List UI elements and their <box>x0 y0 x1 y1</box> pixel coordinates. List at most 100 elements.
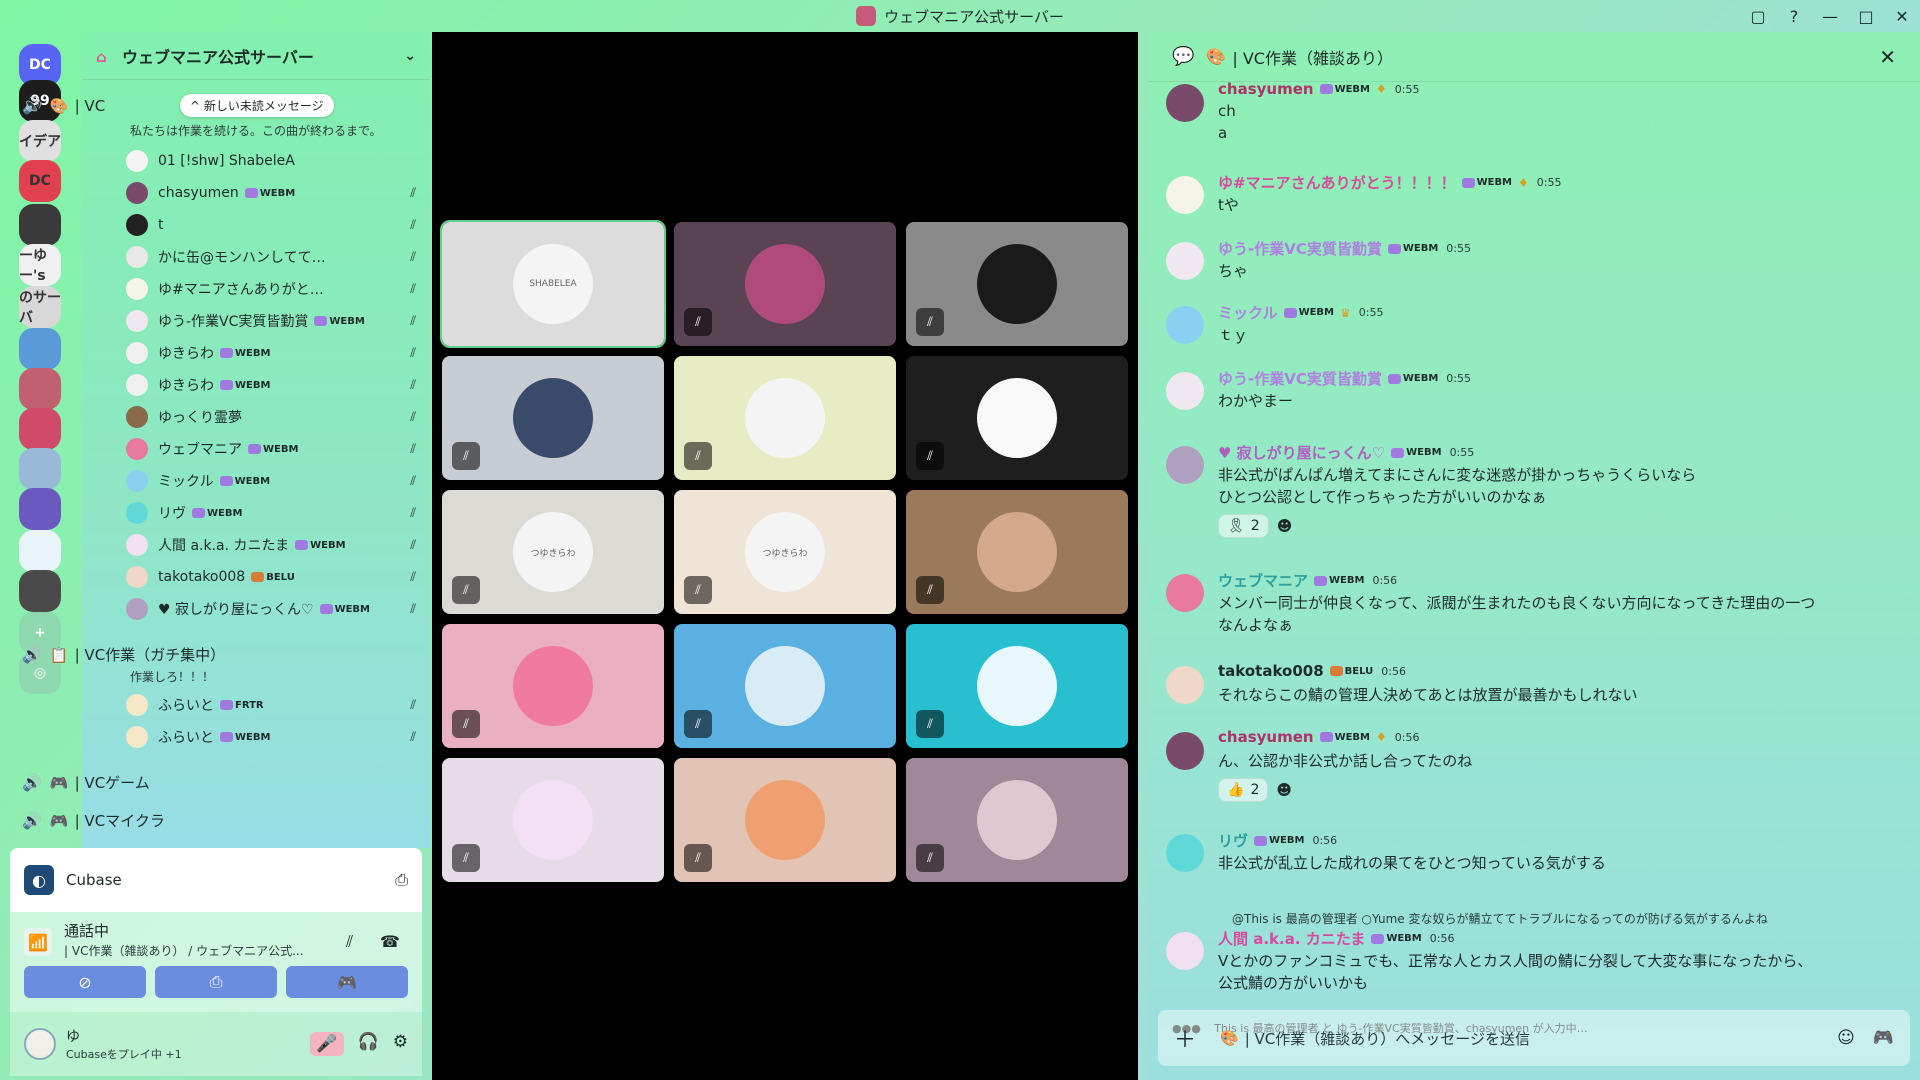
server-icon-7[interactable] <box>19 328 61 370</box>
voice-member[interactable]: ウェブマニア WEBM ⫽ <box>126 436 416 462</box>
gear-icon[interactable]: ⚙ <box>393 1032 408 1056</box>
author-name[interactable]: chasyumen <box>1218 728 1314 746</box>
maximize-button[interactable]: □ <box>1848 7 1884 26</box>
voice-member[interactable]: ミックル WEBM ⫽ <box>126 468 416 494</box>
server-icon-3[interactable]: DC <box>19 160 61 202</box>
server-icon-10[interactable] <box>19 448 61 490</box>
author-name[interactable]: リヴ <box>1218 830 1248 851</box>
avatar[interactable] <box>1166 732 1204 770</box>
author-name[interactable]: ゆう-作業VC実質皆勤賞 <box>1218 368 1382 389</box>
voice-member[interactable]: ♥ 寂しがり屋にっくん♡ WEBM ⫽ <box>126 596 416 622</box>
help-icon[interactable]: ? <box>1776 7 1812 26</box>
video-tile[interactable]: ⫽ <box>906 624 1128 748</box>
video-tile[interactable]: ⫽ <box>674 758 896 882</box>
server-icon-12[interactable] <box>19 530 61 572</box>
video-tile[interactable]: ⫽ <box>906 758 1128 882</box>
emoji-icon[interactable]: ☺ <box>1837 1028 1855 1048</box>
server-icon-13[interactable] <box>19 570 61 612</box>
author-name[interactable]: chasyumen <box>1218 80 1314 98</box>
author-name[interactable]: takotako008 <box>1218 662 1324 680</box>
noise-suppression-icon[interactable]: ⫽ <box>346 932 353 952</box>
headphones-icon[interactable]: 🎧 <box>358 1032 379 1056</box>
video-tile[interactable]: ⫽ <box>906 356 1128 480</box>
voice-member[interactable]: ゆきらわ WEBM ⫽ <box>126 372 416 398</box>
avatar[interactable] <box>1166 84 1204 122</box>
camera-off-button[interactable]: ⊘ <box>24 966 146 998</box>
server-icon-6[interactable]: のサーバ <box>19 286 61 328</box>
video-tile[interactable]: ⫽ <box>674 624 896 748</box>
server-icon-11[interactable] <box>19 488 61 530</box>
voice-member[interactable]: ゆう-作業VC実質皆勤賞 WEBM ⫽ <box>126 308 416 334</box>
author-name[interactable]: ウェブマニア <box>1218 570 1308 591</box>
server-icon-2[interactable]: イデア <box>19 120 61 162</box>
author-name[interactable]: ♥ 寂しがり屋にっくん♡ <box>1218 442 1385 463</box>
chevron-down-icon[interactable]: ⌄ <box>404 48 416 64</box>
inbox-icon[interactable]: ▢ <box>1740 7 1776 26</box>
avatar[interactable] <box>1166 574 1204 612</box>
voice-member[interactable]: 01 [!shw] ShabeleA <box>126 148 416 174</box>
voice-member[interactable]: 人間 a.k.a. カニたま WEBM ⫽ <box>126 532 416 558</box>
author-name[interactable]: ゆ#マニアさんありがとう！！！！ <box>1218 172 1456 193</box>
add-reaction-icon[interactable]: ☻ <box>1277 517 1293 535</box>
avatar[interactable] <box>1166 306 1204 344</box>
voice-channel-focus[interactable]: 🔊 📋 | VC作業（ガチ集中） <box>8 644 340 665</box>
video-tile[interactable]: つゆきらわ ⫽ <box>674 490 896 614</box>
author-name[interactable]: ミックル <box>1218 302 1278 323</box>
voice-member[interactable]: ゆ#マニアさんありがとう！！！！ ⫽ <box>126 276 416 302</box>
author-name[interactable]: ゆう-作業VC実質皆勤賞 <box>1218 238 1382 259</box>
video-tile[interactable]: ⫽ <box>442 356 664 480</box>
call-channel[interactable]: | VC作業（雑談あり） / ウェブマニア公式... <box>64 942 304 959</box>
close-icon[interactable]: ✕ <box>1879 45 1896 69</box>
voice-channel-game[interactable]: 🔊 🎮 | VCゲーム <box>8 772 340 793</box>
plus-icon[interactable]: ＋ <box>1174 1022 1196 1054</box>
avatar[interactable] <box>1166 242 1204 280</box>
video-tile[interactable]: ⫽ <box>674 222 896 346</box>
mic-muted-icon[interactable]: 🎤 <box>310 1032 344 1056</box>
avatar[interactable] <box>1166 176 1204 214</box>
popout-icon[interactable]: ⎙ <box>395 870 408 890</box>
video-tile[interactable]: ⫽ <box>442 624 664 748</box>
reply-reference[interactable]: @This is 最高の管理者 ○Yume 変な奴らが鯖立ててトラブルになるって… <box>1232 910 1768 927</box>
server-icon-4[interactable] <box>19 204 61 246</box>
voice-member[interactable]: かに缶@モンハンしてて低浮上気味 ⫽ <box>126 244 416 270</box>
server-icon-9[interactable] <box>19 408 61 450</box>
user-info[interactable]: ゆ Cubaseをプレイ中 +1 <box>66 1026 182 1062</box>
signal-icon[interactable]: 📶 <box>24 928 52 956</box>
voice-member[interactable]: t ⫽ <box>126 212 416 238</box>
reaction-pill[interactable]: 👍 2 <box>1218 778 1269 802</box>
server-icon-8[interactable] <box>19 368 61 410</box>
voice-channel-minecraft[interactable]: 🔊 🎮 | VCマイクラ <box>8 810 340 831</box>
reaction-pill[interactable]: 🎗 2 <box>1218 514 1269 538</box>
voice-member[interactable]: ふらいと WEBM ⫽ <box>126 724 416 750</box>
avatar[interactable] <box>1166 666 1204 704</box>
activity-card[interactable]: ◐ Cubase ⎙ <box>10 848 422 912</box>
screen-share-button[interactable]: ⎙ <box>155 966 277 998</box>
video-tile[interactable]: ⫽ <box>442 758 664 882</box>
video-tile[interactable]: ⫽ <box>906 490 1128 614</box>
video-tile[interactable]: ⫽ <box>906 222 1128 346</box>
avatar[interactable] <box>1166 834 1204 872</box>
video-tile[interactable]: ⫽ <box>674 356 896 480</box>
video-tile[interactable]: つゆきらわ ⫽ <box>442 490 664 614</box>
activity-button[interactable]: 🎮 <box>286 966 408 998</box>
voice-member[interactable]: ふらいと FRTR ⫽ <box>126 692 416 718</box>
voice-member[interactable]: takotako008 BELU ⫽ <box>126 564 416 590</box>
video-tile[interactable]: SHABELEA <box>440 220 666 348</box>
minimize-button[interactable]: — <box>1812 7 1848 26</box>
add-reaction-icon[interactable]: ☻ <box>1276 781 1292 799</box>
voice-member[interactable]: ゆっくり霊夢 ⫽ <box>126 404 416 430</box>
author-name[interactable]: 人間 a.k.a. カニたま <box>1218 928 1365 949</box>
avatar[interactable] <box>1166 372 1204 410</box>
avatar[interactable] <box>1166 932 1204 970</box>
message-composer[interactable]: ＋ 🎨 | VC作業（雑談あり）へメッセージを送信 ☺ 🎮 <box>1158 1010 1910 1066</box>
voice-member[interactable]: ゆきらわ WEBM ⫽ <box>126 340 416 366</box>
avatar[interactable] <box>1166 446 1204 484</box>
avatar[interactable] <box>24 1028 56 1060</box>
disconnect-icon[interactable]: ☎ <box>380 932 400 951</box>
message-input[interactable]: | VC作業（雑談あり）へメッセージを送信 <box>1245 1028 1530 1049</box>
gamepad-icon[interactable]: 🎮 <box>1873 1028 1894 1048</box>
server-header[interactable]: ⌂ ウェブマニア公式サーバー ⌄ <box>82 32 430 80</box>
close-window-button[interactable]: ✕ <box>1884 7 1920 26</box>
new-unread-pill[interactable]: ^ 新しい未読メッセージ <box>180 94 334 117</box>
voice-member[interactable]: リヴ WEBM ⫽ <box>126 500 416 526</box>
